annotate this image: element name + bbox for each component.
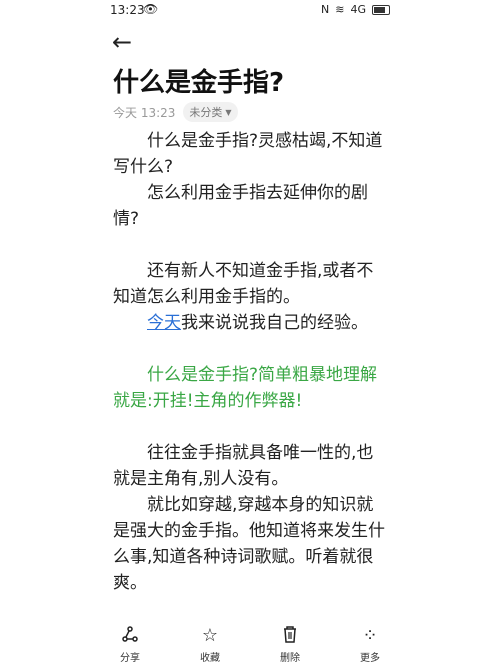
- delete-label: 删除: [280, 653, 300, 664]
- battery-icon: [372, 4, 390, 15]
- note-meta: 今天 13:23 未分类 ▼: [113, 102, 238, 122]
- share-label: 分享: [120, 653, 140, 664]
- note-title: 什么是金手指?: [113, 68, 285, 98]
- delete-button[interactable]: 删除: [265, 625, 315, 665]
- inline-link[interactable]: 今天: [147, 313, 181, 333]
- wifi-icon: ≋: [335, 3, 345, 16]
- status-icons: N ≋ 4G: [321, 3, 390, 16]
- note-paragraph: 今天我来说说我自己的经验。: [147, 313, 368, 333]
- more-button[interactable]: ⁘ 更多: [345, 625, 395, 665]
- status-bar: 13:23 👁 N ≋ 4G: [0, 0, 500, 22]
- note-paragraph: 往往金手指就具备唯一性的,也就是主角有,别人没有。: [113, 443, 374, 489]
- share-button[interactable]: 分享: [105, 625, 155, 665]
- category-dropdown[interactable]: 未分类 ▼: [183, 102, 238, 122]
- note-paragraph: 还有新人不知道金手指,或者不知道怎么利用金手指的。: [113, 261, 374, 307]
- note-time: 今天 13:23: [113, 105, 176, 120]
- eye-icon: 👁: [143, 2, 159, 16]
- bottom-toolbar: 分享 ☆ 收藏 删除 ⁘ 更多: [105, 625, 395, 665]
- star-icon: ☆: [201, 625, 219, 646]
- note-paragraph: 什么是金手指?简单粗暴地理解就是:开挂!主角的作弊器!: [113, 365, 378, 411]
- favorite-label: 收藏: [200, 653, 220, 664]
- more-icon: ⁘: [362, 625, 378, 646]
- signal-icon: 4G: [350, 3, 366, 16]
- status-time: 13:23: [110, 3, 145, 17]
- favorite-button[interactable]: ☆ 收藏: [185, 625, 235, 665]
- category-label: 未分类: [189, 106, 223, 119]
- note-content[interactable]: 什么是金手指?灵感枯竭,不知道写什么? 怎么利用金手指去延伸你的剧情? 还有新人不知…: [113, 128, 385, 596]
- back-arrow-icon[interactable]: ←: [112, 28, 132, 56]
- note-paragraph: 什么是金手指?灵感枯竭,不知道写什么?: [113, 131, 383, 177]
- trash-icon: [282, 625, 298, 647]
- nfc-icon: N: [321, 3, 330, 16]
- more-label: 更多: [360, 653, 380, 664]
- note-paragraph: 就比如穿越,穿越本身的知识就是强大的金手指。他知道将来发生什么事,知道各种诗词歌…: [113, 495, 385, 593]
- caret-down-icon: ▼: [225, 107, 232, 117]
- note-paragraph: 怎么利用金手指去延伸你的剧情?: [113, 183, 368, 229]
- share-icon: [121, 625, 139, 647]
